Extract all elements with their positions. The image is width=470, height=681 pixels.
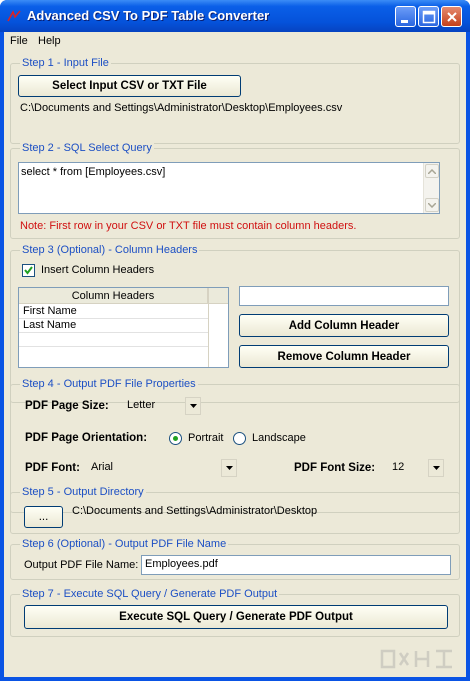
remove-column-header-button[interactable]: Remove Column Header xyxy=(239,345,449,368)
insert-headers-checkbox[interactable] xyxy=(22,264,35,277)
chevron-down-icon xyxy=(432,466,440,470)
font-dropdown-button[interactable] xyxy=(221,459,237,477)
landscape-radio[interactable] xyxy=(233,432,246,445)
watermark-logo-icon xyxy=(380,649,452,669)
font-label: PDF Font: xyxy=(25,462,80,474)
grid-row-empty[interactable] xyxy=(19,333,208,347)
font-size-dropdown-button[interactable] xyxy=(428,459,444,477)
close-button[interactable] xyxy=(441,6,462,27)
sql-query-textarea[interactable]: select * from [Employees.csv] xyxy=(18,162,440,214)
portrait-radio[interactable] xyxy=(169,432,182,445)
step5-title: Step 5 - Output Directory xyxy=(20,486,146,498)
grid-row-first-name[interactable]: First Name xyxy=(19,305,208,319)
chevron-down-icon xyxy=(428,202,436,208)
scroll-up-button[interactable] xyxy=(425,164,439,178)
step6-group: Step 6 (Optional) - Output PDF File Name… xyxy=(10,538,460,580)
scroll-down-button[interactable] xyxy=(425,198,439,212)
output-file-name-input[interactable]: Employees.pdf xyxy=(141,555,451,575)
step7-group: Step 7 - Execute SQL Query / Generate PD… xyxy=(10,588,460,637)
step7-title: Step 7 - Execute SQL Query / Generate PD… xyxy=(20,588,280,600)
chevron-down-icon xyxy=(225,466,233,470)
window-title: Advanced CSV To PDF Table Converter xyxy=(27,8,270,23)
orientation-label: PDF Page Orientation: xyxy=(25,432,148,444)
chevron-down-icon xyxy=(189,404,197,408)
minimize-icon xyxy=(401,20,408,23)
page-size-label: PDF Page Size: xyxy=(25,400,109,412)
maximize-icon xyxy=(422,10,436,24)
font-size-value: 12 xyxy=(392,461,405,473)
menu-file[interactable]: File xyxy=(10,35,28,47)
close-icon xyxy=(447,12,457,22)
browse-directory-button[interactable]: ... xyxy=(24,506,63,528)
step4-title: Step 4 - Output PDF File Properties xyxy=(20,378,198,390)
step3-title: Step 3 (Optional) - Column Headers xyxy=(20,244,200,256)
font-value: Arial xyxy=(91,461,114,473)
grid-row-empty[interactable] xyxy=(19,347,208,361)
font-size-select[interactable]: 12 xyxy=(388,459,444,477)
app-window: Advanced CSV To PDF Table Converter File… xyxy=(0,0,470,681)
execute-generate-pdf-button[interactable]: Execute SQL Query / Generate PDF Output xyxy=(24,605,448,629)
step2-group: Step 2 - SQL Select Query select * from … xyxy=(10,142,460,239)
insert-headers-label: Insert Column Headers xyxy=(41,264,155,276)
step1-group: Step 1 - Input File Select Input CSV or … xyxy=(10,57,460,144)
font-size-label: PDF Font Size: xyxy=(294,462,376,474)
menu-help[interactable]: Help xyxy=(38,35,61,47)
query-scrollbar[interactable] xyxy=(423,163,439,213)
select-input-file-button[interactable]: Select Input CSV or TXT File xyxy=(18,75,241,97)
landscape-label: Landscape xyxy=(252,432,306,444)
font-select[interactable]: Arial xyxy=(87,459,237,477)
checkmark-icon xyxy=(24,266,33,275)
page-size-select[interactable]: Letter xyxy=(123,397,201,415)
client-area: File Help Step 1 - Input File Select Inp… xyxy=(4,32,466,677)
portrait-label: Portrait xyxy=(188,432,224,444)
step1-title: Step 1 - Input File xyxy=(20,57,111,69)
header-note: Note: First row in your CSV or TXT file … xyxy=(20,220,357,232)
step2-title: Step 2 - SQL Select Query xyxy=(20,142,154,154)
maximize-button[interactable] xyxy=(418,6,439,27)
minimize-button[interactable] xyxy=(395,6,416,27)
output-directory-path: C:\Documents and Settings\Administrator\… xyxy=(72,505,318,517)
chevron-up-icon xyxy=(428,168,436,174)
column-header-input[interactable] xyxy=(239,286,449,306)
add-column-header-button[interactable]: Add Column Header xyxy=(239,314,449,337)
title-bar[interactable]: Advanced CSV To PDF Table Converter xyxy=(0,0,470,32)
page-size-value: Letter xyxy=(127,399,156,411)
grid-divider xyxy=(208,288,209,367)
column-headers-grid[interactable]: Column Headers First Name Last Name xyxy=(18,287,229,368)
input-file-path: C:\Documents and Settings\Administrator\… xyxy=(20,102,343,114)
grid-row-last-name[interactable]: Last Name xyxy=(19,319,208,333)
app-icon xyxy=(7,10,21,22)
grid-header-filler xyxy=(208,288,228,304)
radio-selected-dot xyxy=(173,436,178,441)
menu-bar: File Help xyxy=(4,32,466,50)
page-size-dropdown-button[interactable] xyxy=(185,397,201,415)
grid-column-header[interactable]: Column Headers xyxy=(19,288,208,304)
sql-query-text: select * from [Employees.csv] xyxy=(21,166,166,178)
output-file-name-label: Output PDF File Name: xyxy=(24,559,139,571)
step6-title: Step 6 (Optional) - Output PDF File Name xyxy=(20,538,229,550)
step5-group: Step 5 - Output Directory ... C:\Documen… xyxy=(10,486,460,534)
